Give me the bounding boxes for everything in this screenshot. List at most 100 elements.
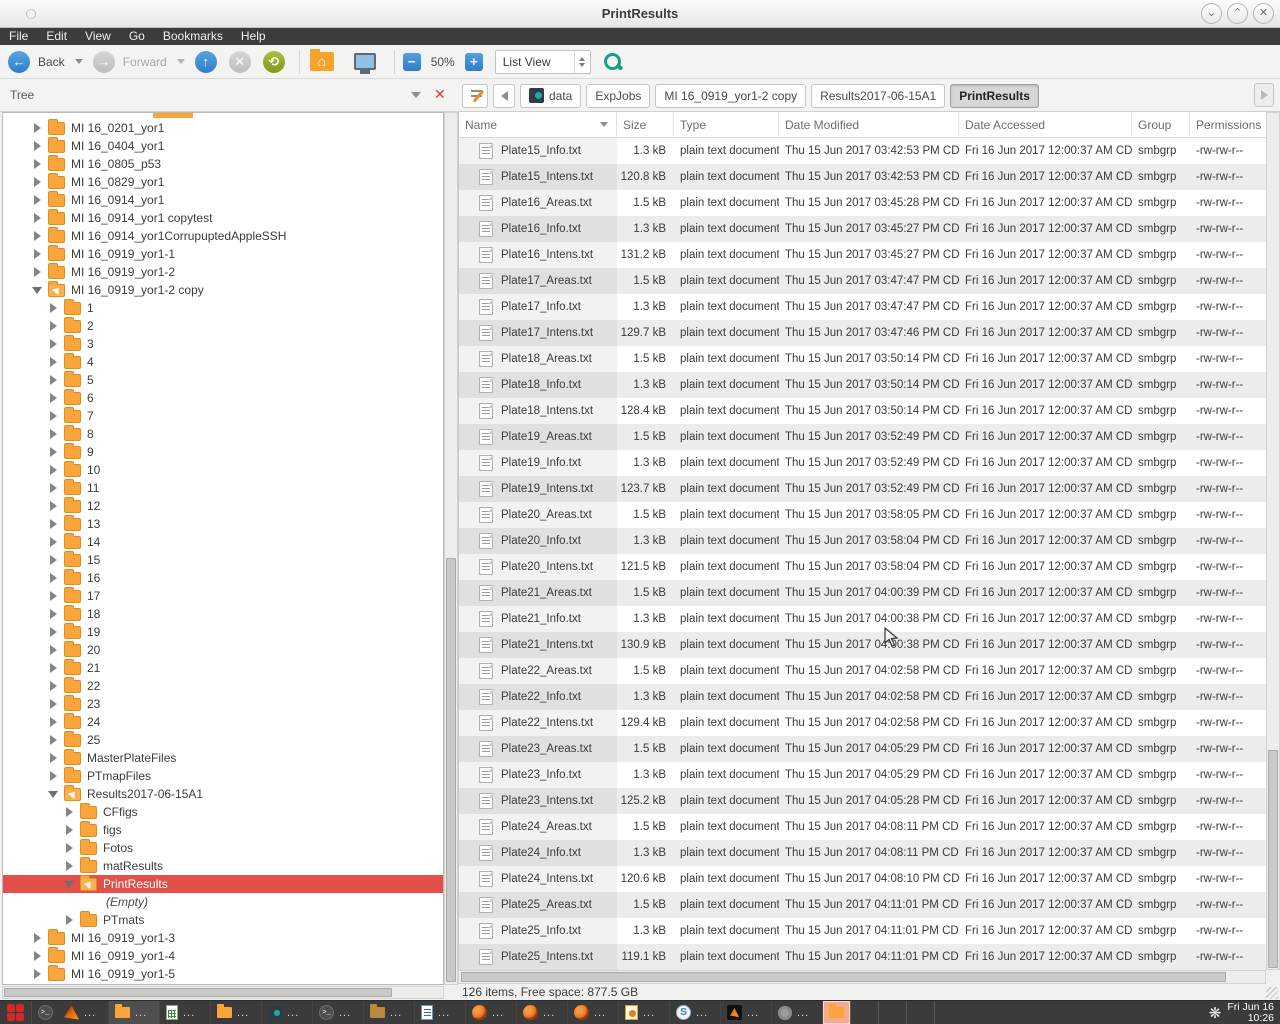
file-row[interactable]: Plate21_Areas.txt1.5 kBplain text docume… bbox=[459, 580, 1266, 606]
file-row[interactable]: Plate19_Info.txt1.3 kBplain text documen… bbox=[459, 450, 1266, 476]
minimize-button[interactable]: ⌄ bbox=[1201, 3, 1222, 24]
taskbar-window-button[interactable]: ... bbox=[415, 1001, 466, 1024]
file-row[interactable]: Plate15_Intens.txt120.8 kBplain text doc… bbox=[459, 164, 1266, 190]
tree-item[interactable]: MI 16_0404_yor1 bbox=[3, 137, 443, 155]
menu-edit[interactable]: Edit bbox=[37, 28, 76, 45]
file-row[interactable]: Plate17_Intens.txt129.7 kBplain text doc… bbox=[459, 320, 1266, 346]
tree-item[interactable]: 24 bbox=[3, 713, 443, 731]
file-row[interactable]: Plate22_Info.txt1.3 kBplain text documen… bbox=[459, 684, 1266, 710]
expand-arrow-icon[interactable] bbox=[48, 464, 60, 476]
taskbar-window-button[interactable]: ... bbox=[109, 1001, 160, 1024]
tree-item[interactable]: 2 bbox=[3, 317, 443, 335]
scroll-path-right-button[interactable] bbox=[1254, 83, 1274, 107]
breadcrumb-data[interactable]: data bbox=[520, 84, 581, 108]
tree-item[interactable]: MI 16_0919_yor1-3 bbox=[3, 929, 443, 947]
tree-item[interactable]: matResults bbox=[3, 857, 443, 875]
expand-arrow-icon[interactable] bbox=[32, 158, 44, 170]
expand-arrow-icon[interactable] bbox=[32, 176, 44, 188]
tree-item[interactable]: 17 bbox=[3, 587, 443, 605]
column-header-type[interactable]: Type bbox=[674, 112, 779, 138]
tree-item[interactable]: MI 16_0805_p53 bbox=[3, 155, 443, 173]
tree-item[interactable]: 21 bbox=[3, 659, 443, 677]
app-menu-button[interactable] bbox=[0, 1001, 32, 1024]
menu-help[interactable]: Help bbox=[232, 28, 275, 45]
expand-arrow-icon[interactable] bbox=[48, 518, 60, 530]
column-header-name[interactable]: Name bbox=[459, 112, 617, 138]
back-button[interactable]: ← Back bbox=[8, 51, 87, 73]
expand-arrow-icon[interactable] bbox=[48, 554, 60, 566]
tree-item[interactable]: 9 bbox=[3, 443, 443, 461]
tree-item[interactable]: MI 16_0914_yor1 copytest bbox=[3, 209, 443, 227]
stop-button[interactable]: ✕ bbox=[229, 51, 251, 73]
file-row[interactable]: Plate20_Areas.txt1.5 kBplain text docume… bbox=[459, 502, 1266, 528]
tree-item[interactable]: MI 16_0919_yor1-2 copy bbox=[3, 281, 443, 299]
view-mode-spinner[interactable] bbox=[574, 51, 590, 73]
expand-arrow-icon[interactable] bbox=[48, 644, 60, 656]
expand-arrow-icon[interactable] bbox=[48, 302, 60, 314]
taskbar-window-button[interactable]: ... bbox=[466, 1001, 517, 1024]
tree-item[interactable]: CFfigs bbox=[3, 803, 443, 821]
workspace-cell[interactable] bbox=[907, 1001, 935, 1024]
collapse-arrow-icon[interactable] bbox=[32, 284, 44, 296]
expand-arrow-icon[interactable] bbox=[32, 230, 44, 242]
expand-arrow-icon[interactable] bbox=[48, 536, 60, 548]
file-row[interactable]: Plate16_Areas.txt1.5 kBplain text docume… bbox=[459, 190, 1266, 216]
breadcrumb-results2017-06-15a1[interactable]: Results2017-06-15A1 bbox=[811, 84, 945, 108]
file-row[interactable]: Plate18_Intens.txt128.4 kBplain text doc… bbox=[459, 398, 1266, 424]
expand-arrow-icon[interactable] bbox=[64, 824, 76, 836]
expand-arrow-icon[interactable] bbox=[48, 428, 60, 440]
expand-arrow-icon[interactable] bbox=[48, 446, 60, 458]
file-row[interactable]: Plate25_Areas.txt1.5 kBplain text docume… bbox=[459, 892, 1266, 918]
tree-item[interactable]: 16 bbox=[3, 569, 443, 587]
taskbar-window-button[interactable]: ... bbox=[364, 1001, 415, 1024]
search-button[interactable] bbox=[603, 52, 623, 72]
tree-item[interactable]: MI 16_0201_yor1 bbox=[3, 119, 443, 137]
file-row[interactable]: Plate17_Info.txt1.3 kBplain text documen… bbox=[459, 294, 1266, 320]
edit-path-button[interactable] bbox=[462, 84, 488, 108]
taskbar-window-button[interactable]: ... bbox=[160, 1001, 211, 1024]
file-row[interactable]: Plate23_Intens.txt125.2 kBplain text doc… bbox=[459, 788, 1266, 814]
refresh-button[interactable]: ⟲ bbox=[263, 51, 285, 73]
file-row[interactable]: Plate15_Info.txt1.3 kBplain text documen… bbox=[459, 138, 1266, 164]
workspace-cell[interactable] bbox=[823, 1001, 851, 1024]
tree-horizontal-scrollbar[interactable] bbox=[2, 986, 444, 999]
menu-file[interactable]: File bbox=[0, 28, 37, 45]
file-row[interactable]: Plate25_Intens.txt119.1 kBplain text doc… bbox=[459, 944, 1266, 970]
expand-arrow-icon[interactable] bbox=[48, 626, 60, 638]
file-row[interactable]: Plate19_Areas.txt1.5 kBplain text docume… bbox=[459, 424, 1266, 450]
tree-item[interactable]: PTmats bbox=[3, 911, 443, 929]
expand-arrow-icon[interactable] bbox=[32, 140, 44, 152]
expand-arrow-icon[interactable] bbox=[32, 968, 44, 980]
zoom-in-button[interactable]: + bbox=[465, 53, 483, 71]
taskbar-window-button[interactable]: ... bbox=[721, 1001, 772, 1024]
column-header-size[interactable]: Size bbox=[617, 112, 674, 138]
taskbar-window-button[interactable]: ... bbox=[211, 1001, 262, 1024]
expand-arrow-icon[interactable] bbox=[48, 356, 60, 368]
file-row[interactable]: Plate21_Info.txt1.3 kBplain text documen… bbox=[459, 606, 1266, 632]
expand-arrow-icon[interactable] bbox=[48, 734, 60, 746]
tree-item[interactable]: 22 bbox=[3, 677, 443, 695]
tree-hscroll-thumb[interactable] bbox=[4, 988, 392, 997]
desktop-button[interactable] bbox=[354, 53, 376, 70]
tree-item[interactable]: MI 16_0919_yor1-4 bbox=[3, 947, 443, 965]
list-hscroll-thumb[interactable] bbox=[461, 972, 1226, 982]
tree-item[interactable]: 19 bbox=[3, 623, 443, 641]
menu-go[interactable]: Go bbox=[120, 28, 154, 45]
file-row[interactable]: Plate22_Areas.txt1.5 kBplain text docume… bbox=[459, 658, 1266, 684]
breadcrumb-mi-16-0919-yor1-2-copy[interactable]: MI 16_0919_yor1-2 copy bbox=[655, 84, 806, 108]
tree-item[interactable]: MI 16_0919_yor1-2 bbox=[3, 263, 443, 281]
expand-arrow-icon[interactable] bbox=[32, 950, 44, 962]
tree-vscroll-thumb[interactable] bbox=[446, 558, 456, 982]
taskbar-window-button[interactable]: S... bbox=[670, 1001, 721, 1024]
tree-item[interactable]: 6 bbox=[3, 389, 443, 407]
maximize-button[interactable]: ⌃ bbox=[1227, 3, 1248, 24]
expand-arrow-icon[interactable] bbox=[48, 590, 60, 602]
tree-item[interactable]: 13 bbox=[3, 515, 443, 533]
back-history-dropdown-icon[interactable] bbox=[75, 59, 83, 64]
tree-item[interactable]: MI 16_0914_yor1CorrupuptedAppleSSH bbox=[3, 227, 443, 245]
tree-item[interactable]: 8 bbox=[3, 425, 443, 443]
list-vertical-scrollbar[interactable] bbox=[1266, 112, 1280, 970]
expand-arrow-icon[interactable] bbox=[48, 716, 60, 728]
file-row[interactable]: Plate22_Intens.txt129.4 kBplain text doc… bbox=[459, 710, 1266, 736]
tree-item[interactable]: MI 16_0914_yor1 bbox=[3, 191, 443, 209]
